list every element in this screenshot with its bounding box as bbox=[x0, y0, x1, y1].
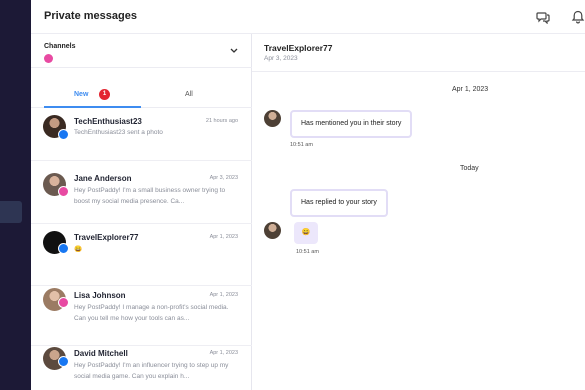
top-bar: Private messages bbox=[31, 0, 585, 34]
message-snippet: 😄 bbox=[74, 246, 83, 253]
conversation-date: Apr 3, 2023 bbox=[209, 175, 238, 181]
chevron-down-icon[interactable] bbox=[230, 48, 238, 54]
conversation-sidebar: Channels New 1 All TechEnthusiast23 21 h… bbox=[31, 34, 252, 390]
bell-icon[interactable] bbox=[571, 10, 585, 24]
facebook-icon bbox=[58, 243, 69, 254]
left-nav-rail bbox=[0, 0, 31, 390]
conversation-item[interactable]: TechEnthusiast23 21 hours ago TechEnthus… bbox=[31, 109, 252, 161]
tab-all[interactable]: All bbox=[141, 84, 238, 108]
conversation-item[interactable]: David Mitchell Apr 1, 2023 Hey PostPaddy… bbox=[31, 346, 252, 390]
message-snippet: TechEnthusiast23 sent a photo bbox=[74, 129, 163, 136]
message-snippet: Hey PostPaddy! I'm a small business owne… bbox=[74, 187, 226, 205]
message-bubble: Has mentioned you in their story bbox=[290, 110, 413, 138]
facebook-icon bbox=[58, 129, 69, 140]
chat-icon[interactable] bbox=[536, 10, 550, 24]
channels-label: Channels bbox=[44, 43, 76, 50]
conversation-item[interactable]: TravelExplorer77 Apr 1, 2023 😄 bbox=[31, 224, 252, 286]
nav-item-active[interactable] bbox=[0, 201, 22, 223]
facebook-icon bbox=[58, 356, 69, 367]
conversation-tabs: New 1 All bbox=[31, 84, 252, 108]
message-time: 10:51 am bbox=[290, 142, 313, 148]
message-bubble: Has replied to your story bbox=[290, 189, 388, 217]
contact-name: Lisa Johnson bbox=[74, 291, 126, 300]
date-divider: Today bbox=[460, 165, 479, 172]
channels-dropdown[interactable]: Channels bbox=[31, 34, 252, 68]
conversation-date: Apr 1, 2023 bbox=[209, 292, 238, 298]
tab-all-label: All bbox=[185, 91, 193, 98]
avatar bbox=[264, 222, 281, 239]
tab-new-label: New bbox=[74, 91, 89, 98]
conversation-item[interactable]: Lisa Johnson Apr 1, 2023 Hey PostPaddy! … bbox=[31, 286, 252, 346]
contact-name: TechEnthusiast23 bbox=[74, 117, 142, 126]
reply-emoji-bubble: 😄 bbox=[294, 222, 318, 244]
contact-name: Jane Anderson bbox=[74, 174, 132, 183]
message-snippet: Hey PostPaddy! I manage a non-profit's s… bbox=[74, 304, 229, 322]
avatar bbox=[264, 110, 281, 127]
conversation-item[interactable]: Jane Anderson Apr 3, 2023 Hey PostPaddy!… bbox=[31, 162, 252, 224]
thread-date: Apr 3, 2023 bbox=[264, 55, 298, 62]
thread-contact-name: TravelExplorer77 bbox=[264, 43, 333, 53]
conversation-date: 21 hours ago bbox=[205, 118, 238, 124]
message-snippet: Hey PostPaddy! I'm an influencer trying … bbox=[74, 362, 229, 380]
unread-badge: 1 bbox=[99, 89, 110, 100]
message-thread: TravelExplorer77 Apr 3, 2023 Apr 1, 2023… bbox=[252, 34, 585, 390]
contact-name: David Mitchell bbox=[74, 349, 128, 358]
conversation-date: Apr 1, 2023 bbox=[209, 234, 238, 240]
thread-header: TravelExplorer77 Apr 3, 2023 bbox=[252, 34, 585, 72]
contact-name: TravelExplorer77 bbox=[74, 233, 139, 242]
instagram-icon bbox=[58, 186, 69, 197]
tab-new[interactable]: New 1 bbox=[44, 84, 141, 108]
instagram-icon bbox=[58, 297, 69, 308]
conversation-date: Apr 1, 2023 bbox=[209, 350, 238, 356]
instagram-icon bbox=[44, 54, 53, 63]
message-time: 10:51 am bbox=[296, 249, 319, 255]
date-divider: Apr 1, 2023 bbox=[452, 86, 489, 93]
page-title: Private messages bbox=[44, 10, 137, 22]
